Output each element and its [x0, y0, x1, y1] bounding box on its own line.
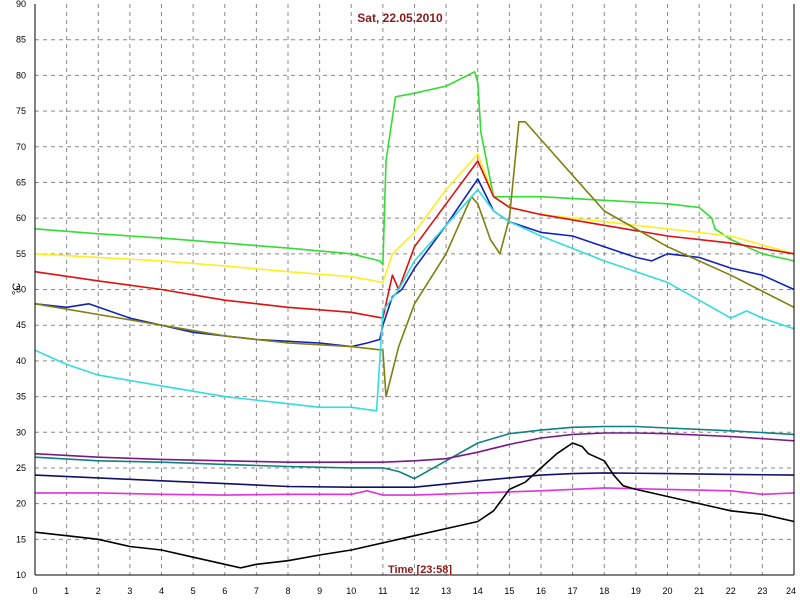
y-tick-label: 15 — [16, 534, 26, 544]
x-tick-label: 9 — [317, 586, 322, 596]
x-axis-label: Time [23:58] — [388, 564, 452, 576]
x-tick-label: 11 — [378, 586, 387, 596]
y-tick-label: 80 — [16, 70, 26, 80]
y-axis-label: °C — [11, 283, 23, 295]
x-tick-label: 1 — [64, 586, 69, 596]
x-tick-label: 21 — [694, 586, 704, 596]
temperature-chart: 1015202530354045505560657075808590 01234… — [0, 0, 800, 600]
x-tick-label: 24 — [786, 586, 796, 596]
x-tick-label: 0 — [32, 586, 37, 596]
y-tick-label: 85 — [16, 35, 26, 45]
y-tick-label: 60 — [16, 213, 26, 223]
x-tick-label: 13 — [441, 586, 451, 596]
x-tick-label: 7 — [254, 586, 259, 596]
y-tick-label: 70 — [16, 142, 26, 152]
x-tick-label: 14 — [473, 586, 483, 596]
y-tick-label: 65 — [16, 177, 26, 187]
x-tick-label: 15 — [504, 586, 514, 596]
y-tick-label: 40 — [16, 356, 26, 366]
x-tick-label: 23 — [757, 586, 767, 596]
x-tick-label: 19 — [631, 586, 641, 596]
y-tick-label: 75 — [16, 106, 26, 116]
x-tick-label: 18 — [599, 586, 609, 596]
x-tick-label: 4 — [159, 586, 164, 596]
y-tick-label: 55 — [16, 249, 26, 259]
y-tick-label: 25 — [16, 463, 26, 473]
x-tick-label: 22 — [726, 586, 736, 596]
y-tick-label: 10 — [16, 570, 26, 580]
x-tick-label: 17 — [568, 586, 578, 596]
y-tick-label: 30 — [16, 427, 26, 437]
x-tick-label: 2 — [96, 586, 101, 596]
x-tick-label: 12 — [409, 586, 419, 596]
y-tick-label: 45 — [16, 320, 26, 330]
chart-title: Sat, 22.05.2010 — [357, 11, 443, 25]
x-tick-label: 16 — [536, 586, 546, 596]
x-tick-label: 10 — [346, 586, 356, 596]
x-tick-label: 20 — [662, 586, 672, 596]
x-tick-label: 8 — [285, 586, 290, 596]
y-tick-label: 90 — [16, 0, 26, 9]
y-tick-label: 20 — [16, 499, 26, 509]
x-tick-label: 6 — [222, 586, 227, 596]
y-tick-label: 35 — [16, 392, 26, 402]
x-tick-label: 5 — [191, 586, 196, 596]
chart-background — [0, 0, 800, 600]
x-tick-label: 3 — [127, 586, 132, 596]
